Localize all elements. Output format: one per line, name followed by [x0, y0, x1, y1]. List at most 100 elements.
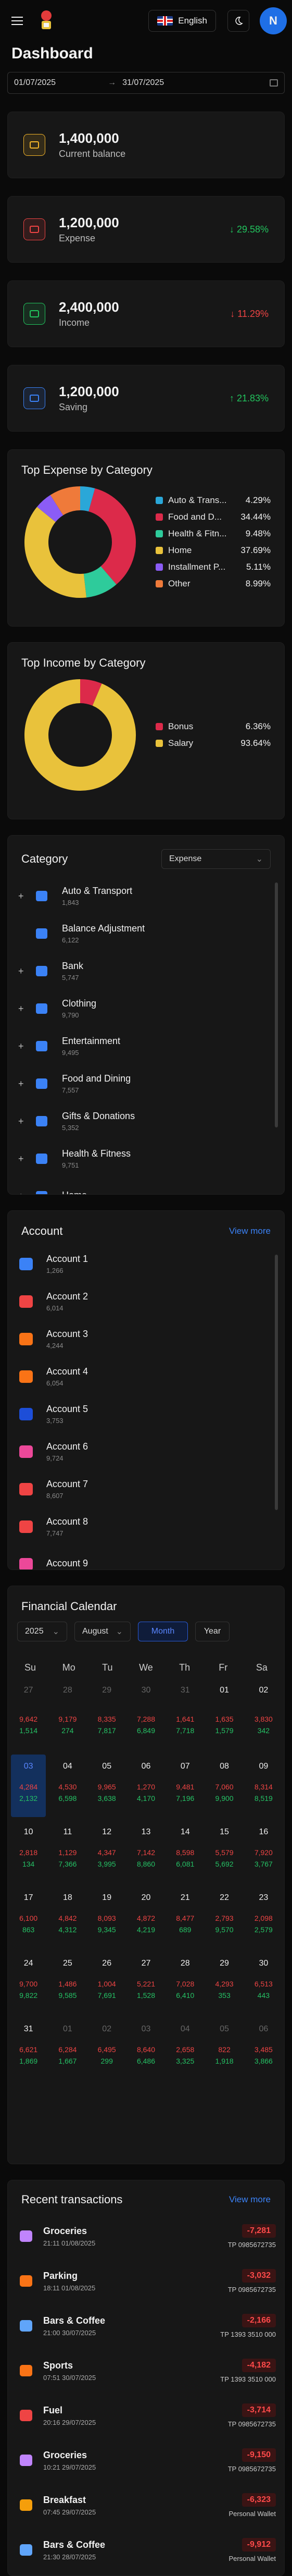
calendar-day-cell[interactable]: 03 8,640 6,486	[129, 2017, 163, 2080]
category-scrollbar[interactable]	[275, 882, 278, 1127]
category-item[interactable]: Balance Adjustment 6,122	[8, 915, 284, 952]
calendar-day-cell[interactable]: 29 4,293 353	[207, 1952, 242, 2014]
transactions-view-more-link[interactable]: View more	[229, 2194, 271, 2205]
calendar-icon[interactable]	[270, 79, 278, 87]
calendar-day-cell[interactable]: 19 8,093 9,345	[90, 1886, 124, 1948]
tab-month[interactable]: Month	[138, 1622, 188, 1641]
calendar-day-cell[interactable]: 05 822 1,918	[207, 2017, 242, 2080]
account-item[interactable]: Account 6 9,724	[8, 1433, 284, 1470]
calendar-day-cell[interactable]: 1,641 7,718	[168, 1715, 202, 1751]
legend-item[interactable]: Health & Fitn... 9.48%	[156, 525, 271, 542]
calendar-day-cell[interactable]: 27 5,221 1,528	[129, 1952, 163, 2014]
date-to[interactable]: 31/07/2025	[122, 78, 164, 88]
calendar-day-cell[interactable]: 10 2,818 134	[11, 1820, 46, 1883]
donut-slice[interactable]	[50, 486, 81, 516]
calendar-day-cell[interactable]: 21 8,477 689	[168, 1886, 202, 1948]
transaction-list[interactable]: Groceries 21:11 01/08/2025 -7,281 TP 098567…	[8, 2214, 284, 2575]
calendar-day-cell[interactable]: 11 1,129 7,366	[50, 1820, 85, 1883]
expand-plus-icon[interactable]: +	[18, 891, 27, 902]
expand-plus-icon[interactable]: +	[18, 1191, 27, 1195]
transaction-row[interactable]: Groceries 21:11 01/08/2025 -7,281 TP 098567…	[8, 2214, 284, 2259]
calendar-day-cell[interactable]: 06 1,270 4,170	[129, 1755, 163, 1817]
date-range-picker[interactable]: 01/07/2025 → 31/07/2025	[7, 72, 285, 94]
donut-slice[interactable]	[88, 488, 136, 585]
calendar-day-cell[interactable]: 26 1,004 7,691	[90, 1952, 124, 2014]
stat-card[interactable]: 1,200,000 Expense ↓ 29.58%	[7, 196, 285, 263]
calendar-day-cell[interactable]: 03 4,284 2,132	[11, 1755, 46, 1817]
calendar-day-cell[interactable]: 8,335 7,817	[90, 1715, 124, 1751]
transaction-row[interactable]: Groceries 10:21 29/07/2025 -9,150 TP 098567…	[8, 2438, 284, 2483]
user-avatar[interactable]: N	[260, 7, 287, 34]
transaction-row[interactable]: Fuel 20:16 29/07/2025 -3,714 TP 0985672735	[8, 2393, 284, 2438]
expand-plus-icon[interactable]: +	[18, 1041, 27, 1052]
account-view-more-link[interactable]: View more	[229, 1226, 271, 1236]
calendar-day-cell[interactable]: 28 7,028 6,410	[168, 1952, 202, 2014]
legend-item[interactable]: Other 8.99%	[156, 575, 271, 592]
account-item[interactable]: Account 3 4,244	[8, 1320, 284, 1358]
account-item[interactable]: Account 9	[8, 1545, 284, 1569]
category-filter-select[interactable]: Expense ⌄	[161, 849, 271, 869]
calendar-day-cell[interactable]: 9,642 1,514	[11, 1715, 46, 1751]
donut-slice[interactable]	[80, 679, 102, 706]
calendar-day-cell[interactable]: 31 6,621 1,869	[11, 2017, 46, 2080]
category-item[interactable]: + Bank 5,747	[8, 952, 284, 990]
stat-card[interactable]: 1,200,000 Saving ↑ 21.83%	[7, 365, 285, 432]
calendar-day-cell[interactable]: 1,635 1,579	[207, 1715, 242, 1751]
theme-toggle[interactable]	[227, 10, 249, 32]
category-item[interactable]: + Entertainment 9,495	[8, 1027, 284, 1065]
legend-item[interactable]: Salary 93.64%	[156, 735, 271, 752]
calendar-day-cell[interactable]: 09 8,314 8,519	[246, 1755, 281, 1817]
calendar-day-cell[interactable]: 18 4,842 4,312	[50, 1886, 85, 1948]
category-item[interactable]: + Clothing 9,790	[8, 990, 284, 1027]
stat-card[interactable]: 2,400,000 Income ↓ 11.29%	[7, 280, 285, 347]
transaction-row[interactable]: Parking	[8, 2572, 284, 2575]
category-list[interactable]: + Auto & Transport 1,843 Balance Adjustment…	[8, 877, 284, 1195]
stat-card[interactable]: 1,400,000 Current balance	[7, 112, 285, 178]
legend-item[interactable]: Home 37.69%	[156, 542, 271, 559]
donut-slice[interactable]	[83, 566, 117, 598]
account-item[interactable]: Account 8 7,747	[8, 1508, 284, 1545]
month-select[interactable]: August ⌄	[74, 1622, 131, 1641]
category-item[interactable]: + Food and Dining 7,557	[8, 1065, 284, 1102]
menu-icon[interactable]	[11, 17, 23, 25]
calendar-day-cell[interactable]: 20 4,872 4,219	[129, 1886, 163, 1948]
expand-plus-icon[interactable]: +	[18, 1078, 27, 1089]
transaction-row[interactable]: Parking 18:11 01/08/2025 -3,032 TP 09856727…	[8, 2259, 284, 2303]
category-item[interactable]: + Gifts & Donations 5,352	[8, 1102, 284, 1140]
year-select[interactable]: 2025 ⌄	[17, 1622, 67, 1641]
category-item[interactable]: + Auto & Transport 1,843	[8, 877, 284, 915]
transaction-row[interactable]: Bars & Coffee 21:00 30/07/2025 -2,166 TP 13…	[8, 2303, 284, 2348]
calendar-day-cell[interactable]: 7,288 6,849	[129, 1715, 163, 1751]
calendar-day-cell[interactable]: 13 7,142 8,860	[129, 1820, 163, 1883]
account-item[interactable]: Account 4 6,054	[8, 1358, 284, 1395]
donut-slice[interactable]	[24, 507, 86, 598]
calendar-day-cell[interactable]: 02 6,495 299	[90, 2017, 124, 2080]
account-item[interactable]: Account 1 1,266	[8, 1245, 284, 1283]
donut-slice[interactable]	[37, 495, 64, 523]
account-scrollbar[interactable]	[275, 1255, 278, 1510]
calendar-day-cell[interactable]: 30 6,513 443	[246, 1952, 281, 2014]
transaction-row[interactable]: Bars & Coffee 21:30 28/07/2025 -9,912 Perso…	[8, 2528, 284, 2572]
calendar-day-cell[interactable]: 16 7,920 3,767	[246, 1820, 281, 1883]
calendar-day-cell[interactable]: 06 3,485 3,866	[246, 2017, 281, 2080]
calendar-day-cell[interactable]: 04 4,530 6,598	[50, 1755, 85, 1817]
calendar-day-cell[interactable]: 07 9,481 7,196	[168, 1755, 202, 1817]
language-selector[interactable]: English	[148, 10, 216, 32]
legend-item[interactable]: Bonus 6.36%	[156, 718, 271, 735]
legend-item[interactable]: Food and D... 34.44%	[156, 509, 271, 525]
donut-slice[interactable]	[24, 679, 136, 791]
category-item[interactable]: + Home	[8, 1177, 284, 1195]
calendar-day-cell[interactable]: 01 6,284 1,667	[50, 2017, 85, 2080]
expand-plus-icon[interactable]: +	[18, 1154, 27, 1164]
calendar-day-cell[interactable]: 24 9,700 9,822	[11, 1952, 46, 2014]
calendar-day-cell[interactable]: 9,179 274	[50, 1715, 85, 1751]
calendar-day-cell[interactable]: 05 9,965 3,638	[90, 1755, 124, 1817]
calendar-day-cell[interactable]: 14 8,598 6,081	[168, 1820, 202, 1883]
category-item[interactable]: + Health & Fitness 9,751	[8, 1140, 284, 1177]
account-item[interactable]: Account 5 3,753	[8, 1395, 284, 1433]
calendar-day-cell[interactable]: 3,830 342	[246, 1715, 281, 1751]
legend-item[interactable]: Auto & Trans... 4.29%	[156, 492, 271, 509]
account-item[interactable]: Account 2 6,014	[8, 1283, 284, 1320]
tab-year[interactable]: Year	[195, 1622, 230, 1641]
app-logo[interactable]	[37, 9, 55, 32]
